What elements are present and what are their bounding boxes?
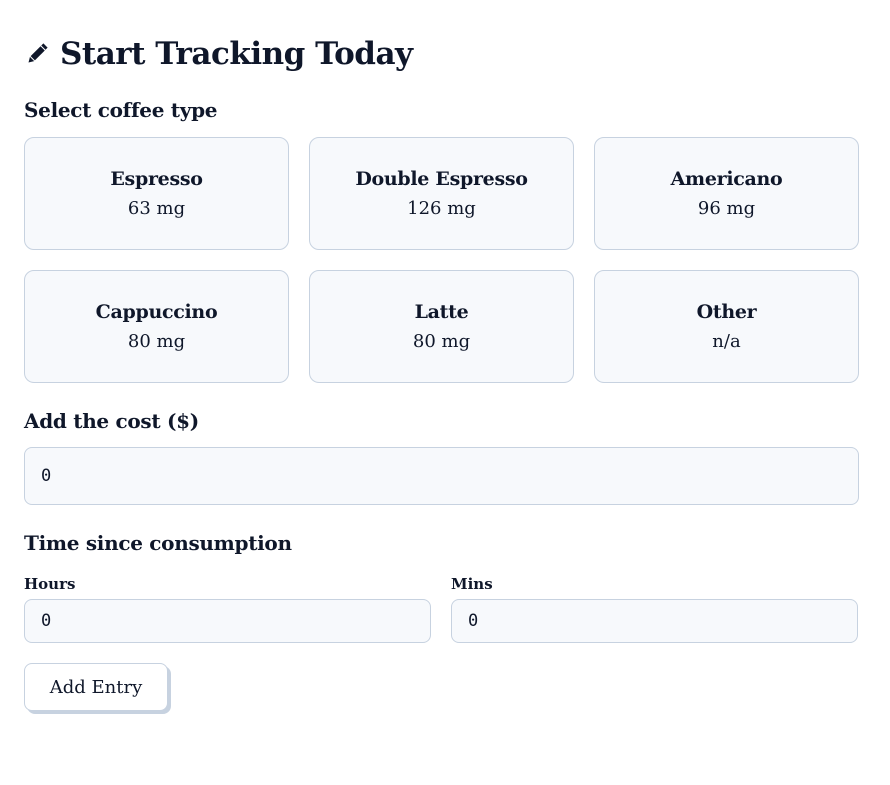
coffee-option-espresso[interactable]: Espresso 63 mg (24, 137, 289, 250)
coffee-option-other[interactable]: Other n/a (594, 270, 859, 383)
coffee-option-caffeine: 80 mg (127, 331, 186, 352)
hours-label: Hours (24, 575, 76, 593)
add-entry-button[interactable]: Add Entry (24, 663, 168, 711)
coffee-option-caffeine: 80 mg (412, 331, 471, 352)
cost-input[interactable] (24, 447, 859, 505)
coffee-option-name: Double Espresso (355, 168, 528, 190)
coffee-option-americano[interactable]: Americano 96 mg (594, 137, 859, 250)
page-title: Start Tracking Today (60, 36, 413, 72)
coffee-option-name: Cappuccino (95, 301, 218, 323)
coffee-option-caffeine: 126 mg (407, 198, 476, 219)
coffee-option-caffeine: 96 mg (697, 198, 756, 219)
coffee-option-name: Espresso (110, 168, 203, 190)
coffee-option-name: Other (696, 301, 757, 323)
coffee-option-name: Americano (670, 168, 783, 190)
cost-label: Add the cost ($) (24, 409, 199, 433)
coffee-option-caffeine: 63 mg (127, 198, 186, 219)
time-inputs-row: Hours Mins (24, 575, 859, 643)
mins-input[interactable] (451, 599, 858, 643)
page-header: Start Tracking Today (24, 32, 859, 76)
tracking-form: Start Tracking Today Select coffee type … (0, 0, 890, 711)
coffee-option-latte[interactable]: Latte 80 mg (309, 270, 574, 383)
hours-group: Hours (24, 575, 431, 643)
mins-label: Mins (451, 575, 493, 593)
coffee-type-label: Select coffee type (24, 98, 218, 122)
hours-input[interactable] (24, 599, 431, 643)
coffee-option-cappuccino[interactable]: Cappuccino 80 mg (24, 270, 289, 383)
mins-group: Mins (451, 575, 858, 643)
coffee-type-grid: Espresso 63 mg Double Espresso 126 mg Am… (24, 137, 859, 383)
coffee-option-name: Latte (414, 301, 469, 323)
coffee-option-double-espresso[interactable]: Double Espresso 126 mg (309, 137, 574, 250)
pencil-icon (24, 41, 50, 67)
time-since-label: Time since consumption (24, 531, 292, 555)
coffee-option-caffeine: n/a (712, 331, 741, 352)
